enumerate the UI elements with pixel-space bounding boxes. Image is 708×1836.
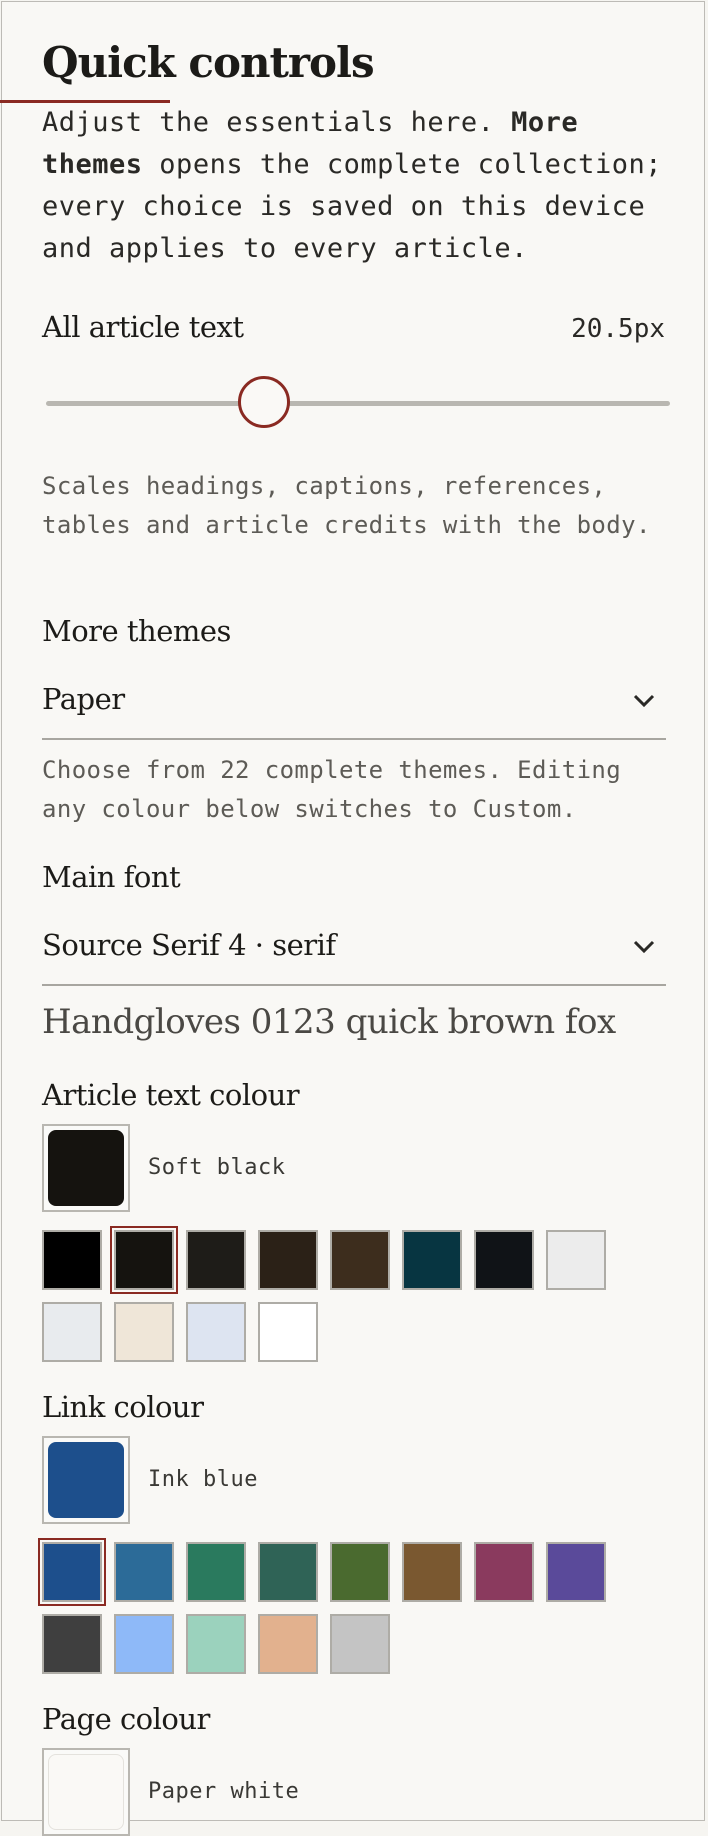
text-colour-swatch[interactable]	[474, 1230, 534, 1290]
link-colour-swatch[interactable]	[42, 1614, 102, 1674]
text-size-label: All article text	[42, 310, 244, 344]
text-colour-swatches	[42, 1226, 642, 1362]
page-colour-current-swatch	[48, 1754, 124, 1830]
text-colour-swatch[interactable]	[258, 1302, 318, 1362]
text-colour-swatch[interactable]	[186, 1302, 246, 1362]
text-colour-current[interactable]	[42, 1124, 130, 1212]
text-colour-swatch[interactable]	[258, 1230, 318, 1290]
slider-track[interactable]	[46, 401, 670, 406]
text-colour-swatch[interactable]	[330, 1230, 390, 1290]
text-colour-label: Article text colour	[42, 1078, 300, 1112]
link-colour-label: Link colour	[42, 1390, 204, 1424]
link-colour-swatch[interactable]	[114, 1542, 174, 1602]
text-colour-swatch[interactable]	[546, 1230, 606, 1290]
link-colour-current-swatch	[48, 1442, 124, 1518]
page-colour-current[interactable]	[42, 1748, 130, 1836]
link-colour-current[interactable]	[42, 1436, 130, 1524]
text-size-hint: Scales headings, captions, references, t…	[42, 472, 651, 539]
text-colour-swatch[interactable]	[114, 1302, 174, 1362]
font-preview: Handgloves 0123 quick brown fox	[42, 1002, 616, 1042]
text-size-slider[interactable]	[46, 376, 670, 432]
link-colour-swatch[interactable]	[258, 1542, 318, 1602]
link-colour-swatch[interactable]	[546, 1542, 606, 1602]
intro-text: Adjust the essentials here. More themes …	[42, 102, 672, 270]
font-label: Main font	[42, 860, 181, 894]
theme-select-value: Paper	[42, 682, 125, 716]
link-colour-swatch[interactable]	[402, 1542, 462, 1602]
text-colour-swatch[interactable]	[42, 1230, 102, 1290]
slider-thumb[interactable]	[238, 376, 291, 428]
font-select[interactable]: Source Serif 4 · serif	[42, 914, 666, 986]
text-size-value: 20.5px	[571, 314, 665, 344]
text-colour-swatch[interactable]	[42, 1302, 102, 1362]
link-colour-swatches	[38, 1538, 642, 1674]
link-colour-swatch[interactable]	[114, 1614, 174, 1674]
link-colour-swatch[interactable]	[38, 1538, 106, 1606]
text-colour-current-swatch	[48, 1130, 124, 1206]
chevron-down-icon	[633, 694, 655, 708]
text-colour-current-name: Soft black	[148, 1155, 286, 1180]
link-colour-swatch[interactable]	[474, 1542, 534, 1602]
theme-select[interactable]: Paper	[42, 668, 666, 740]
link-colour-swatch[interactable]	[330, 1542, 390, 1602]
link-colour-swatch[interactable]	[186, 1542, 246, 1602]
link-colour-current-name: Ink blue	[148, 1467, 258, 1492]
intro-lead: Adjust the essentials here.	[42, 107, 512, 138]
panel-title: Quick controls	[42, 38, 375, 87]
link-colour-swatch[interactable]	[330, 1614, 390, 1674]
text-colour-swatch[interactable]	[110, 1226, 178, 1294]
text-colour-swatch[interactable]	[402, 1230, 462, 1290]
themes-hint: Choose from 22 complete themes. Editing …	[42, 756, 622, 823]
link-colour-swatch[interactable]	[258, 1614, 318, 1674]
text-colour-swatch[interactable]	[186, 1230, 246, 1290]
font-select-value: Source Serif 4 · serif	[42, 928, 336, 962]
chevron-down-icon	[633, 940, 655, 954]
themes-label: More themes	[42, 614, 231, 648]
link-colour-swatch[interactable]	[186, 1614, 246, 1674]
page-colour-current-name: Paper white	[148, 1779, 300, 1804]
page-colour-label: Page colour	[42, 1702, 210, 1736]
